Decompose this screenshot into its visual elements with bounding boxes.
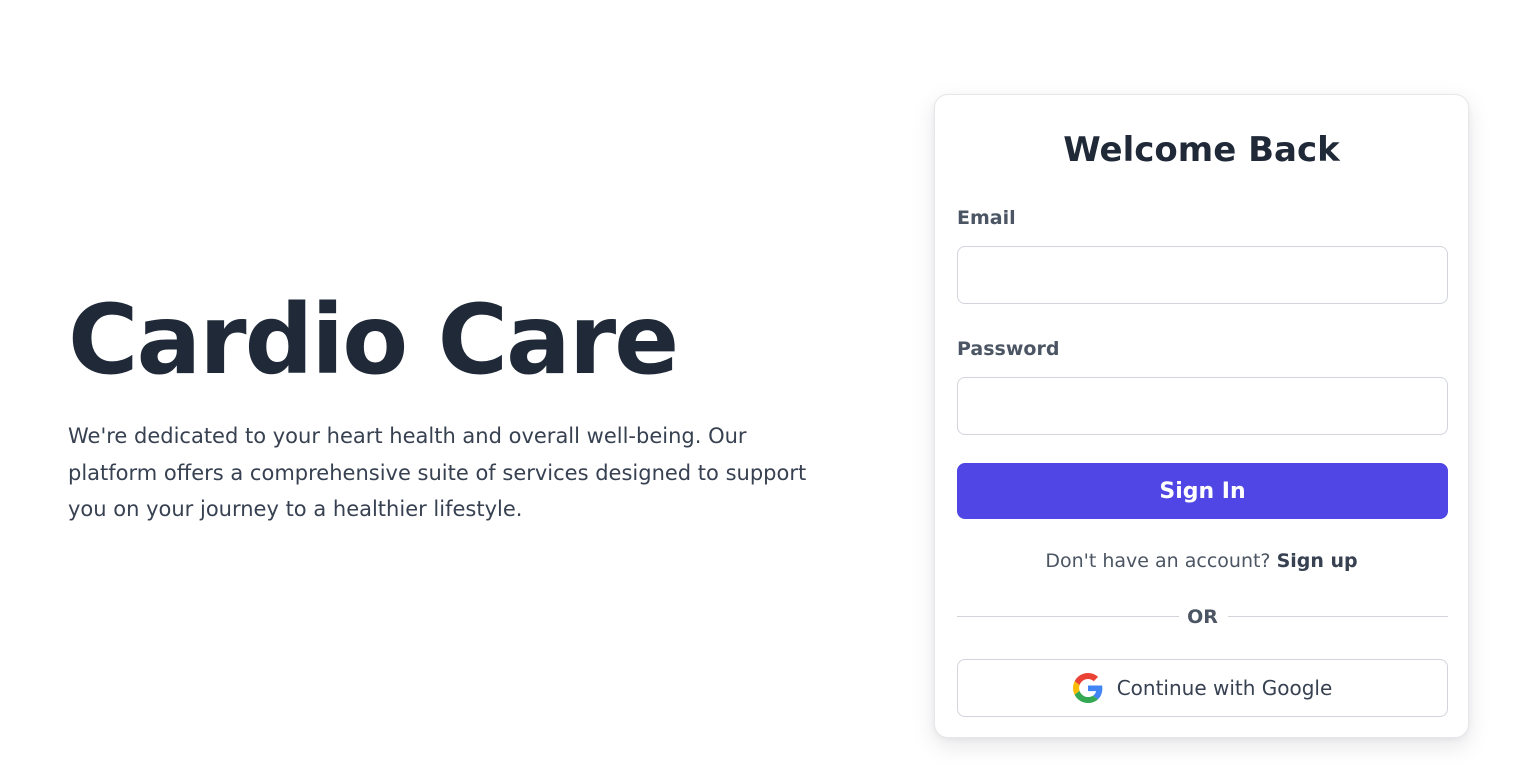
- login-card: Welcome Back Email Password Sign In Don'…: [934, 94, 1469, 738]
- login-page: Cardio Care We're dedicated to your hear…: [0, 0, 1527, 765]
- no-account-text: Don't have an account?: [1045, 550, 1271, 572]
- google-button-label: Continue with Google: [1116, 676, 1333, 700]
- divider-line-right: [1228, 616, 1448, 617]
- google-sign-in-button[interactable]: Continue with Google: [957, 659, 1448, 717]
- signup-prompt: Don't have an account? Sign up: [935, 547, 1468, 575]
- password-label: Password: [957, 338, 1060, 360]
- divider-text: OR: [1187, 606, 1218, 628]
- email-label: Email: [957, 207, 1016, 229]
- email-field[interactable]: [957, 246, 1448, 304]
- hero-description: We're dedicated to your heart health and…: [68, 424, 807, 521]
- login-title: Welcome Back: [1063, 130, 1340, 170]
- sign-in-button[interactable]: Sign In: [957, 463, 1448, 519]
- google-icon: [1072, 673, 1103, 703]
- hero-title: Cardio Care: [68, 284, 679, 396]
- hero-section: Cardio Care We're dedicated to your hear…: [68, 282, 828, 528]
- or-divider: OR: [957, 603, 1448, 631]
- password-field[interactable]: [957, 377, 1448, 435]
- sign-up-link[interactable]: Sign up: [1277, 550, 1358, 572]
